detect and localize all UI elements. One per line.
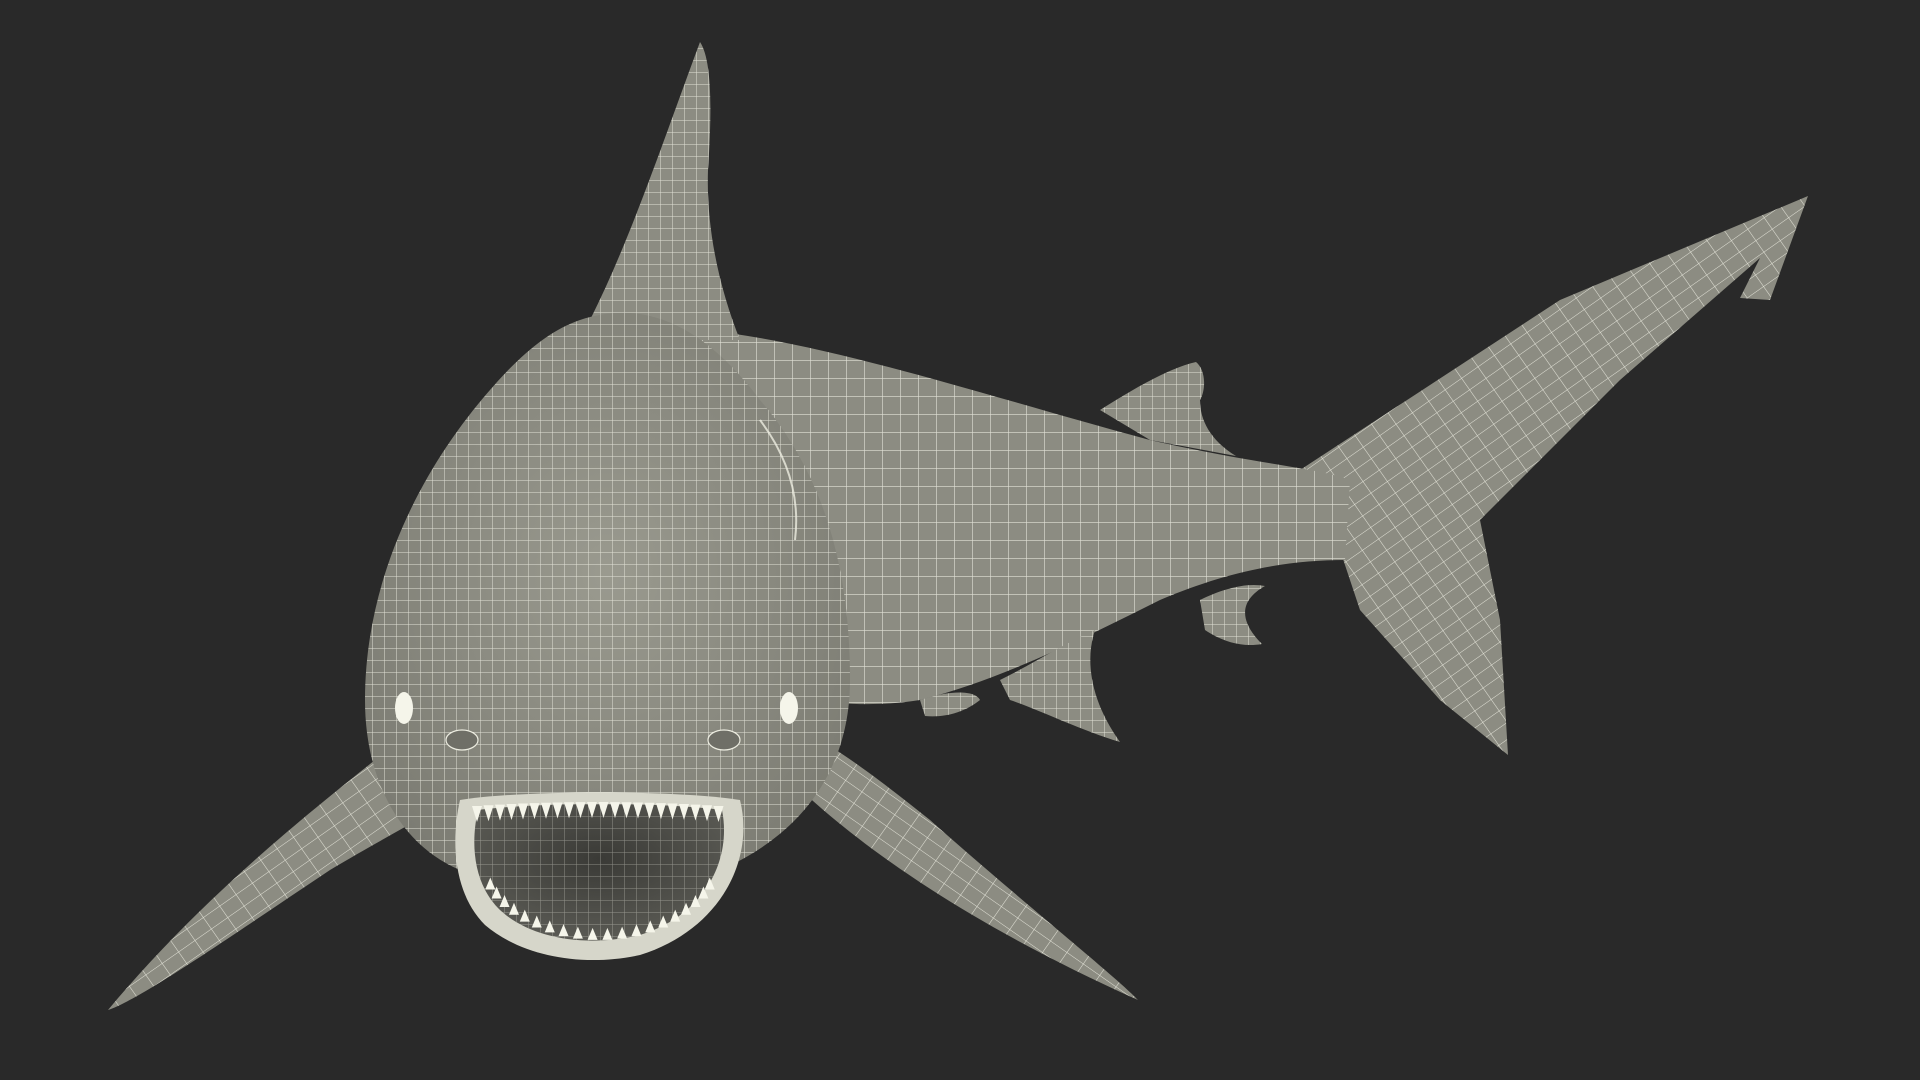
dorsal-fin (590, 42, 740, 340)
left-nostril (445, 729, 479, 751)
right-eye (780, 692, 798, 724)
right-nostril (707, 729, 741, 751)
tail-fin (1300, 196, 1808, 755)
right-pectoral-fin (780, 735, 1138, 1000)
viewport-canvas (108, 42, 1808, 1010)
anal-fin (1200, 584, 1265, 646)
left-eye (395, 692, 413, 724)
open-mouth (455, 792, 744, 961)
